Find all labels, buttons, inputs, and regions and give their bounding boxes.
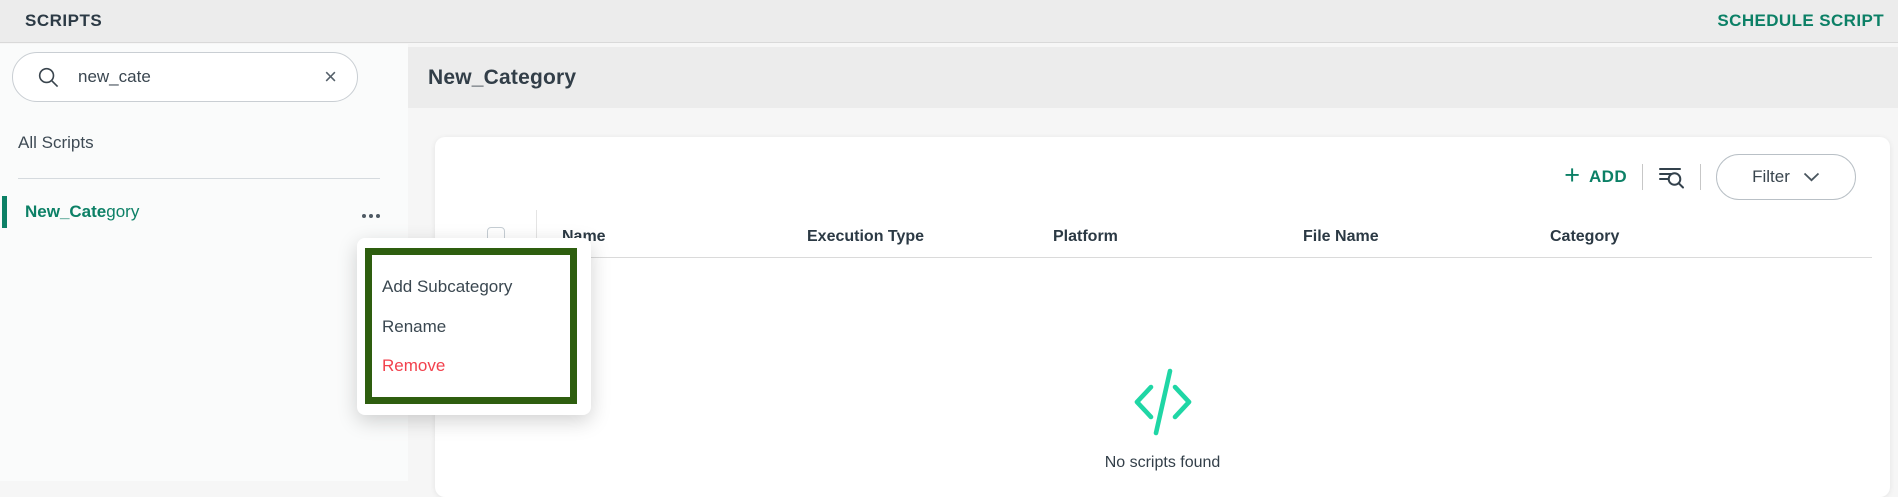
table-toolbar: + ADD Filter bbox=[1564, 154, 1856, 200]
column-header-file-name: File Name bbox=[1303, 228, 1379, 245]
sidebar: × All Scripts New_Category bbox=[0, 44, 408, 481]
add-button-label: ADD bbox=[1588, 167, 1627, 186]
sidebar-divider bbox=[18, 178, 380, 179]
column-header-category: Category bbox=[1550, 228, 1620, 245]
category-context-menu: Add Subcategory Rename Remove bbox=[357, 238, 591, 415]
menu-item-remove[interactable]: Remove bbox=[372, 357, 570, 374]
code-icon bbox=[1134, 368, 1191, 436]
search-match-text: New_Cate bbox=[25, 202, 107, 221]
search-input[interactable] bbox=[76, 66, 323, 88]
sidebar-item-label: New_Category bbox=[25, 192, 139, 232]
menu-item-rename[interactable]: Rename bbox=[372, 318, 570, 335]
sidebar-item-new-category[interactable]: New_Category bbox=[0, 192, 408, 232]
annotation-box: Add Subcategory Rename Remove bbox=[365, 248, 577, 404]
list-search-icon bbox=[1659, 167, 1684, 188]
search-box[interactable]: × bbox=[12, 52, 358, 102]
empty-state-message: No scripts found bbox=[1104, 454, 1221, 471]
page-title: SCRIPTS bbox=[25, 11, 103, 30]
menu-item-add-subcategory[interactable]: Add Subcategory bbox=[372, 278, 570, 295]
selected-indicator bbox=[2, 196, 7, 228]
more-options-icon[interactable] bbox=[358, 210, 384, 222]
plus-icon: + bbox=[1564, 160, 1580, 190]
toolbar-divider bbox=[1700, 164, 1701, 190]
column-header-platform: Platform bbox=[1053, 228, 1118, 245]
top-bar: SCRIPTS SCHEDULE SCRIPT bbox=[0, 0, 1898, 43]
empty-state: No scripts found bbox=[435, 365, 1890, 472]
category-heading: New_Category bbox=[428, 65, 577, 89]
label-rest-text: gory bbox=[106, 202, 140, 221]
list-search-button[interactable] bbox=[1658, 164, 1685, 191]
column-header-execution-type: Execution Type bbox=[807, 228, 925, 245]
header-divider bbox=[465, 257, 1872, 258]
schedule-script-button[interactable]: SCHEDULE SCRIPT bbox=[1717, 11, 1884, 31]
scripts-table-card: + ADD Filter Name Execution Type Platfor… bbox=[435, 137, 1890, 497]
filter-button-label: Filter bbox=[1752, 167, 1790, 186]
filter-button[interactable]: Filter bbox=[1716, 154, 1856, 200]
search-icon bbox=[38, 67, 59, 87]
sidebar-item-all-scripts[interactable]: All Scripts bbox=[18, 133, 94, 153]
content-header-band: New_Category bbox=[408, 47, 1898, 108]
toolbar-divider bbox=[1642, 164, 1643, 190]
add-button[interactable]: + ADD bbox=[1564, 160, 1627, 190]
chevron-down-icon bbox=[1803, 172, 1820, 182]
clear-search-icon[interactable]: × bbox=[322, 66, 339, 88]
